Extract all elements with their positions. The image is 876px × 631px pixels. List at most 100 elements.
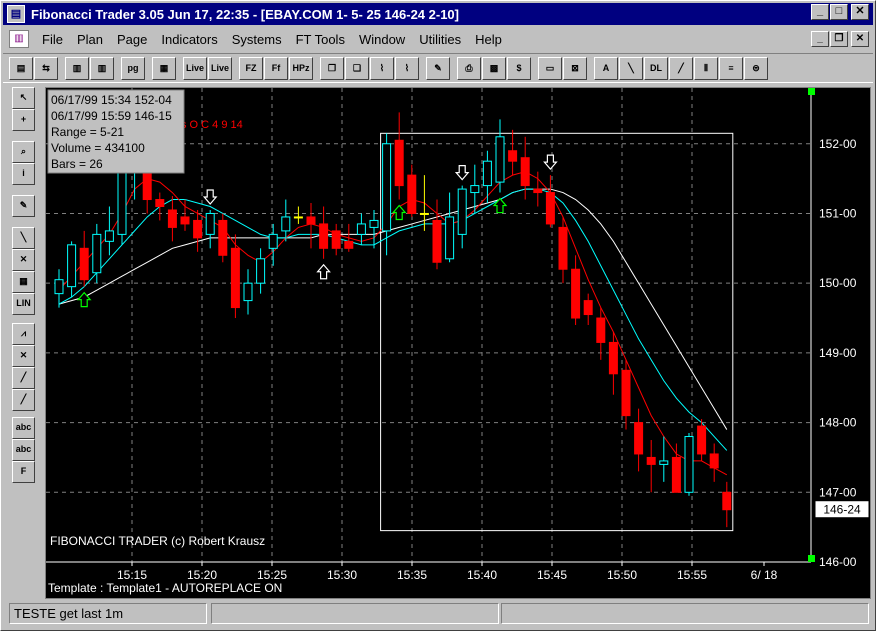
candle [167, 196, 177, 242]
chart-icon[interactable]: ▤ [7, 5, 25, 23]
line-tool-2-icon[interactable]: ╱ [12, 389, 35, 411]
candle [709, 443, 719, 482]
ma-fast-line [58, 171, 728, 476]
maximize-button[interactable]: □ [830, 4, 848, 20]
grid-icon[interactable]: ▦ [12, 271, 35, 293]
minimize-button[interactable]: _ [811, 4, 829, 20]
last-price-label: 146-24 [823, 503, 861, 517]
candle [558, 216, 568, 284]
trend-up-icon[interactable]: A [594, 56, 618, 80]
text-button[interactable]: abc [12, 417, 35, 439]
candle [180, 199, 190, 231]
x-tick-label: 15:25 [257, 568, 287, 582]
candle [482, 150, 492, 204]
child-close-button[interactable]: ✕ [851, 31, 869, 47]
candle-body [104, 230, 114, 242]
dollar-icon[interactable]: $ [507, 56, 531, 80]
child-restore-button[interactable]: ❐ [830, 31, 848, 47]
grid-colors-icon[interactable]: ▦ [152, 56, 176, 80]
toolbar: ▤ ⇆ ▥ ▥ pg ▦ Live Live FZ Ff HPz ❐ ❏ ⌇ ⌇ ✎ ⎙ ▩ $ ▭ ⊠ A ╲ DL ╱ ⦀ ≡ ⊜ [3, 53, 873, 83]
candle [79, 230, 89, 287]
candle-body [306, 216, 316, 225]
menu-systems[interactable]: Systems [225, 32, 289, 47]
crosshair-icon[interactable]: + [12, 109, 35, 131]
candle [608, 331, 618, 395]
live-range-2-button[interactable]: Live [208, 56, 232, 80]
candle [457, 185, 467, 249]
child-minimize-button[interactable]: _ [811, 31, 829, 47]
candle-body [319, 223, 329, 249]
candle [193, 209, 203, 252]
candle [369, 209, 379, 249]
horizontal-lines-icon[interactable]: ≡ [719, 56, 743, 80]
chart-style-2-icon[interactable]: ⌇ [395, 56, 419, 80]
candle-body [54, 279, 64, 295]
menu-bar: ▥ File Plan Page Indicators Systems FT T… [3, 28, 873, 50]
add-window-icon[interactable]: ❏ [345, 56, 369, 80]
pencil-icon[interactable]: ✎ [12, 195, 35, 217]
trend-down-icon[interactable]: ╲ [619, 56, 643, 80]
menu-help[interactable]: Help [468, 32, 509, 47]
menu-ft-tools[interactable]: FT Tools [289, 32, 352, 47]
print-layout-icon[interactable]: ⇆ [34, 56, 58, 80]
page-button[interactable]: pg [121, 56, 145, 80]
bar-chart-1-icon[interactable]: ▥ [65, 56, 89, 80]
zoom-icon[interactable]: ⌕ [12, 141, 35, 163]
cross-out-icon[interactable]: ✕ [12, 249, 35, 271]
menu-window[interactable]: Window [352, 32, 412, 47]
font-button[interactable]: F [12, 461, 35, 483]
title-bar[interactable]: ▤ Fibonacci Trader 3.05 Jun 17, 22:35 - … [3, 3, 873, 25]
info-line-3: Range = 5-21 [51, 125, 124, 139]
chart-window[interactable]: 146-00 147-00 148-00 149-00 150-00 151-00 152-… [45, 87, 871, 599]
trendline-icon[interactable]: ╲ [12, 227, 35, 249]
document-icon[interactable]: ▥ [9, 30, 29, 48]
price-chart[interactable]: 146-00 147-00 148-00 149-00 150-00 151-00 152-… [46, 88, 870, 598]
candle-body [331, 230, 341, 249]
dl-button[interactable]: DL [644, 56, 668, 80]
copyright-text: FIBONACCI TRADER (c) Robert Krausz [50, 534, 265, 548]
memo-icon[interactable]: ▭ [538, 56, 562, 80]
signal-arrow-up [391, 204, 407, 221]
candle [634, 408, 644, 472]
status-message: TESTE get last 1m [9, 603, 207, 624]
candle [218, 213, 228, 263]
calculator-icon[interactable]: ▩ [482, 56, 506, 80]
candle-body [155, 199, 165, 207]
line-tool-1-icon[interactable]: ╱ [12, 367, 35, 389]
candle [54, 269, 64, 308]
vertical-lines-icon[interactable]: ⦀ [694, 56, 718, 80]
delete-icon[interactable]: ⊠ [563, 56, 587, 80]
draw-pen-icon[interactable]: ✎ [426, 56, 450, 80]
menu-page[interactable]: Page [110, 32, 154, 47]
menu-file[interactable]: File [35, 32, 70, 47]
candle [319, 206, 329, 259]
candle [155, 192, 165, 221]
diagonal-line-icon[interactable]: ╱ [669, 56, 693, 80]
open-icon[interactable]: ▤ [9, 56, 33, 80]
close-button[interactable]: ✕ [851, 4, 869, 20]
pointer-icon[interactable]: ↖ [12, 87, 35, 109]
candle-body [230, 247, 240, 309]
candle-body [432, 219, 442, 263]
info-icon[interactable]: i [12, 163, 35, 185]
live-range-1-button[interactable]: Live [183, 56, 207, 80]
menu-indicators[interactable]: Indicators [154, 32, 224, 47]
menu-plan[interactable]: Plan [70, 32, 110, 47]
chart-style-1-icon[interactable]: ⌇ [370, 56, 394, 80]
lin-button[interactable]: LIN [12, 293, 35, 315]
menu-utilities[interactable]: Utilities [412, 32, 468, 47]
fib-draw-icon[interactable]: ⩘ [12, 323, 35, 345]
fib-delete-icon[interactable]: ✕ [12, 345, 35, 367]
bar-chart-2-icon[interactable]: ▥ [90, 56, 114, 80]
fz-button[interactable]: FZ [239, 56, 263, 80]
cascade-icon[interactable]: ❐ [320, 56, 344, 80]
candle-body [218, 219, 228, 256]
candle-body [457, 188, 467, 235]
candle-body [671, 456, 681, 493]
channel-icon[interactable]: ⊜ [744, 56, 768, 80]
hpz-button[interactable]: HPz [289, 56, 313, 80]
candle [256, 248, 266, 294]
text-delete-button[interactable]: abc [12, 439, 35, 461]
ff-button[interactable]: Ff [264, 56, 288, 80]
printer-icon[interactable]: ⎙ [457, 56, 481, 80]
